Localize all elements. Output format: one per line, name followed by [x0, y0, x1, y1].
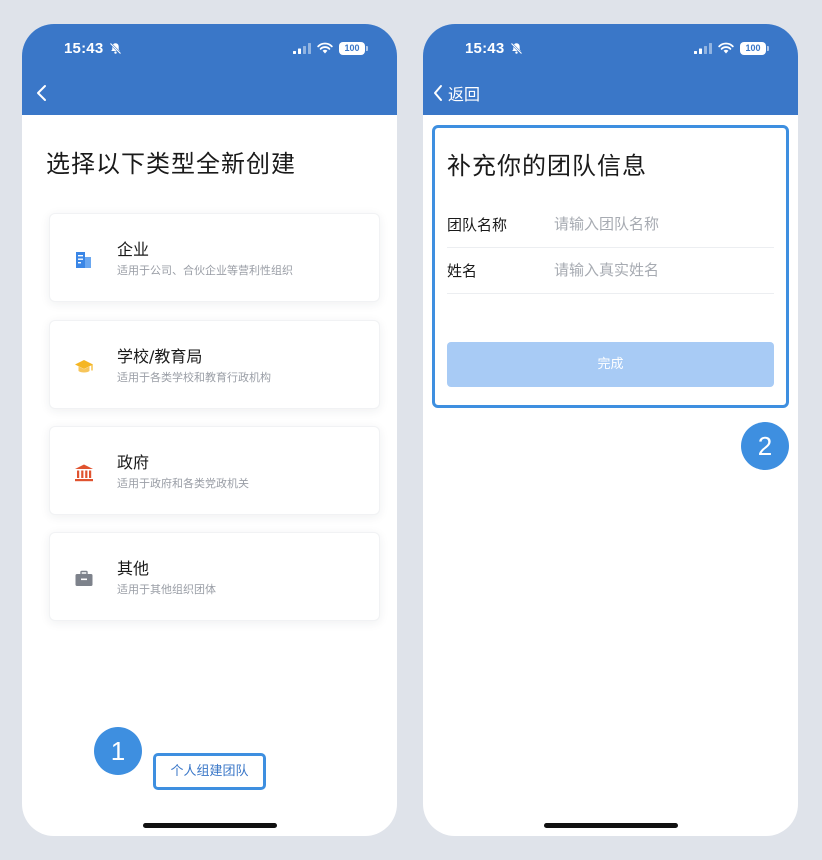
real-name-row: 姓名 — [447, 248, 774, 294]
card-description: 适用于公司、合伙企业等营利性组织 — [117, 264, 293, 277]
wifi-icon — [317, 42, 333, 54]
page-title: 选择以下类型全新创建 — [46, 150, 296, 178]
status-indicators: 100 — [293, 41, 368, 55]
card-other[interactable]: 其他 适用于其他组织团体 — [49, 532, 380, 621]
status-indicators: 100 — [694, 41, 769, 55]
battery-indicator: 100 — [339, 41, 368, 55]
card-title: 企业 — [117, 240, 150, 259]
status-time: 15:43 — [64, 40, 104, 57]
government-building-icon — [75, 464, 93, 482]
header-bar: 15:43 100 — [22, 24, 397, 115]
card-description: 适用于政府和各类党政机关 — [117, 477, 249, 490]
battery-indicator: 100 — [740, 41, 769, 55]
bell-muted-icon — [109, 42, 122, 55]
home-indicator — [543, 823, 678, 828]
team-name-row: 团队名称 — [447, 202, 774, 248]
left-phone-screen: 15:43 100 选择以下类型全新创建 企业 适用于公司、合伙企业等营利性组织… — [22, 24, 397, 836]
back-button[interactable]: 返回 — [432, 82, 480, 104]
card-title: 学校/教育局 — [117, 347, 203, 366]
wifi-icon — [718, 42, 734, 54]
team-name-label: 团队名称 — [447, 216, 508, 234]
header-bar: 15:43 100 返回 — [423, 24, 798, 115]
bell-muted-icon — [510, 42, 523, 55]
card-school[interactable]: 学校/教育局 适用于各类学校和教育行政机构 — [49, 320, 380, 409]
back-chevron-icon — [434, 85, 442, 101]
form-title: 补充你的团队信息 — [447, 152, 647, 180]
team-name-input[interactable] — [554, 212, 769, 236]
real-name-label: 姓名 — [447, 262, 478, 280]
signal-icon — [694, 42, 712, 54]
card-description: 适用于其他组织团体 — [117, 583, 216, 596]
card-enterprise[interactable]: 企业 适用于公司、合伙企业等营利性组织 — [49, 213, 380, 302]
graduation-cap-icon — [75, 360, 93, 373]
briefcase-icon — [75, 570, 93, 586]
card-description: 适用于各类学校和教育行政机构 — [117, 371, 271, 384]
submit-button[interactable]: 完成 — [447, 342, 774, 387]
team-info-form: 补充你的团队信息 团队名称 姓名 完成 — [432, 125, 789, 408]
home-indicator — [142, 823, 277, 828]
back-chevron-icon[interactable] — [32, 82, 52, 104]
card-title: 政府 — [117, 453, 150, 472]
step-badge-2: 2 — [741, 422, 789, 470]
building-icon — [76, 252, 91, 268]
card-government[interactable]: 政府 适用于政府和各类党政机关 — [49, 426, 380, 515]
signal-icon — [293, 42, 311, 54]
card-title: 其他 — [117, 559, 150, 578]
status-time: 15:43 — [465, 40, 505, 57]
right-phone-screen: 15:43 100 返回 补充你的团队信息 团队名称 请输入团队名称 姓名 请输… — [423, 24, 798, 836]
personal-team-button[interactable]: 个人组建团队 — [153, 753, 266, 790]
real-name-input[interactable] — [554, 258, 769, 282]
step-badge-1: 1 — [94, 727, 142, 775]
back-label: 返回 — [448, 85, 481, 104]
